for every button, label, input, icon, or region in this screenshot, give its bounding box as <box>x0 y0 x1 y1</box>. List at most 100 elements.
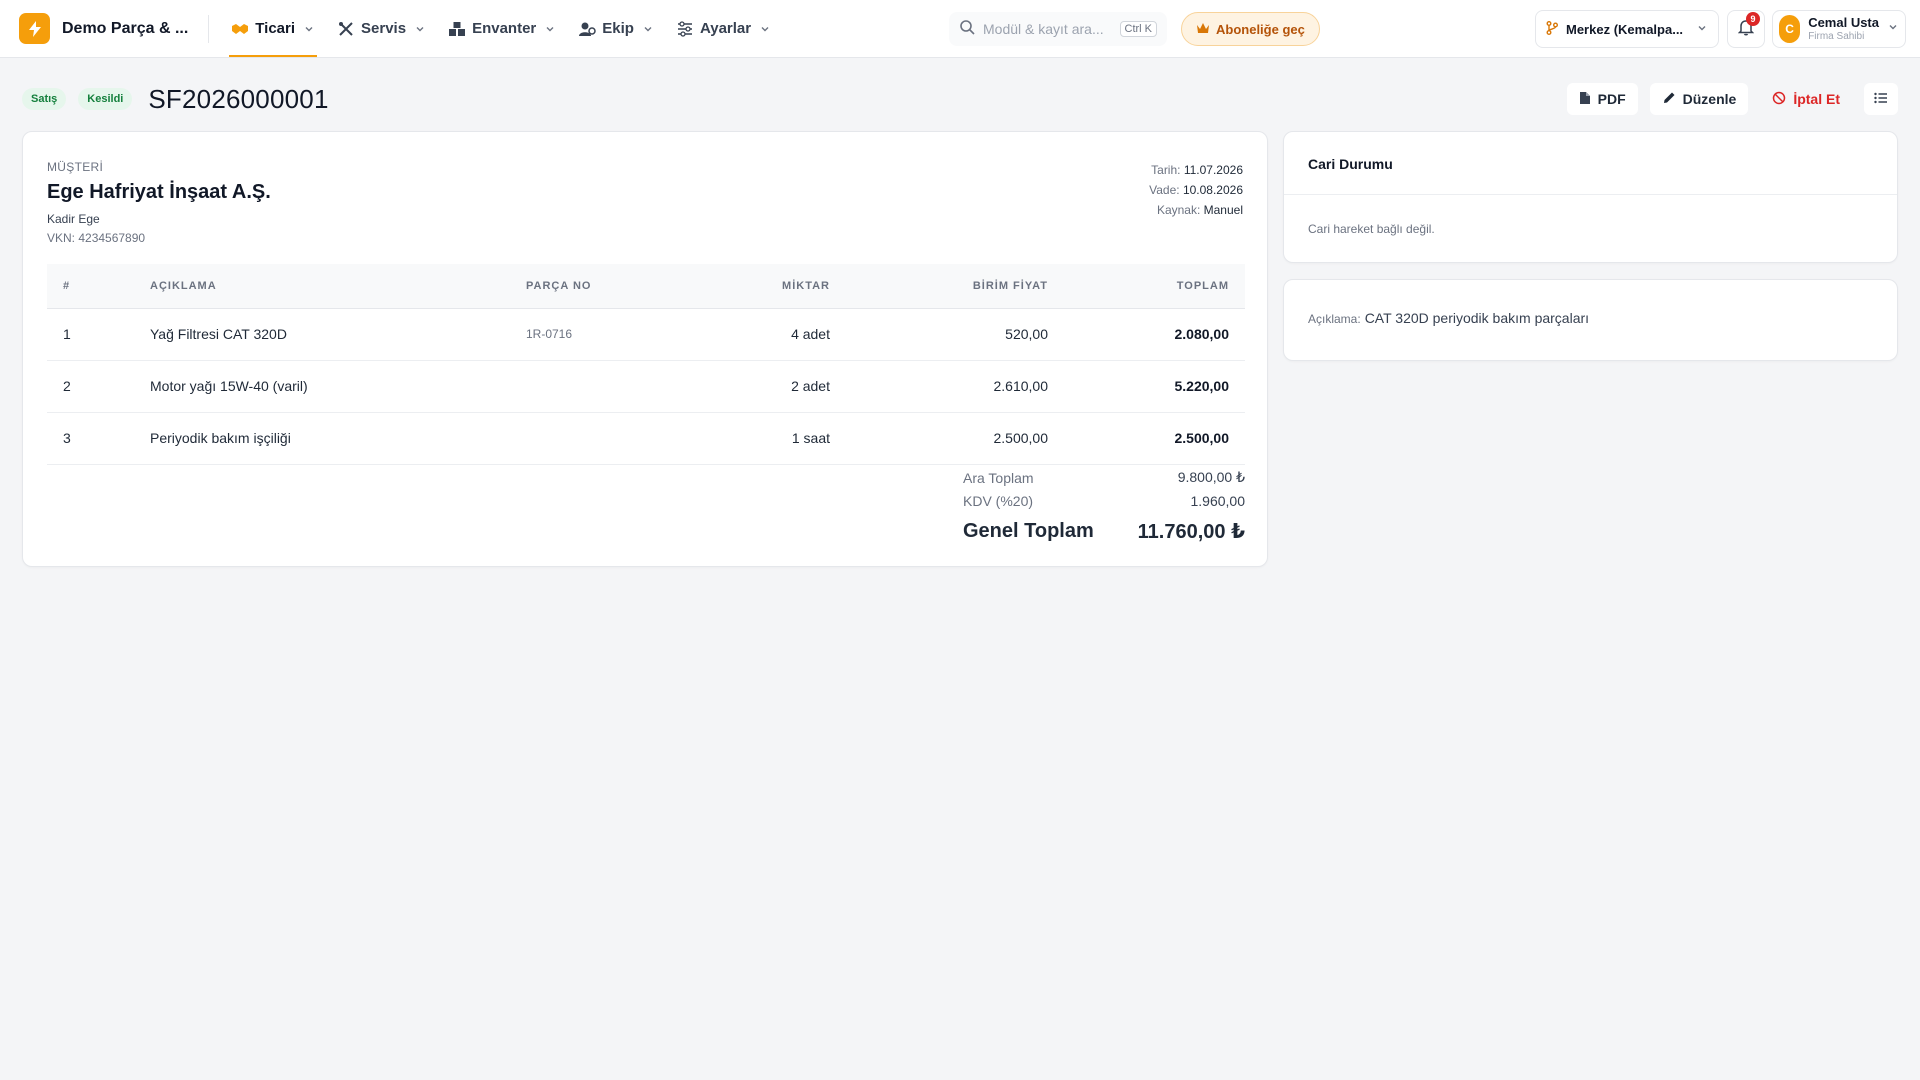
shortcut-hint: Ctrl K <box>1119 21 1157 37</box>
table-header-row: # AÇIKLAMA PARÇA NO MİKTAR BİRİM FİYAT T… <box>47 264 1245 309</box>
card-title: Cari Durumu <box>1284 132 1897 195</box>
row-no: 1 <box>47 308 142 361</box>
sliders-icon <box>676 20 694 38</box>
user-role: Firma Sahibi <box>1808 30 1865 42</box>
row-unit-price: 520,00 <box>838 308 1056 361</box>
cancel-invoice-button[interactable]: İptal Et <box>1760 83 1852 115</box>
invoice-card: MÜŞTERİ Ege Hafriyat İnşaat A.Ş. Kadir E… <box>22 131 1268 567</box>
note-value: CAT 320D periyodik bakım parçaları <box>1364 310 1590 326</box>
page-title: SF2026000001 <box>148 83 329 114</box>
source-value: Manuel <box>1203 203 1243 217</box>
chevron-down-icon <box>544 23 556 35</box>
warehouse-icon <box>448 20 466 38</box>
row-qty: 2 adet <box>678 360 838 413</box>
customer-contact: Kadir Ege <box>47 212 100 226</box>
nav-ticari[interactable]: Ticari <box>229 0 317 57</box>
notifications-button[interactable]: 9 <box>1727 10 1765 48</box>
nav-label: Ayarlar <box>699 20 752 37</box>
totals-block: Ara Toplam 9.800,00 ₺ KDV (%20) 1.960,00… <box>963 466 1245 546</box>
col-no: # <box>47 264 142 309</box>
user-info: Cemal Usta Firma Sahibi <box>1808 15 1879 42</box>
chevron-down-icon <box>1887 20 1899 38</box>
brand-name: Demo Parça & ... <box>62 19 189 37</box>
note-text: Açıklama: CAT 320D periyodik bakım parçal… <box>1308 310 1589 326</box>
meta-source: Kaynak: Manuel <box>1149 200 1243 220</box>
row-unit-price: 2.500,00 <box>838 412 1056 465</box>
ban-icon <box>1772 91 1786 108</box>
lightning-logo-icon <box>19 13 50 44</box>
account-status-card: Cari Durumu Cari hareket bağlı değil. <box>1283 131 1898 263</box>
table-row: 3 Periyodik bakım işçiliği 1 saat 2.500,… <box>47 412 1245 465</box>
nav-envanter[interactable]: Envanter <box>446 0 558 57</box>
team-icon <box>578 20 597 38</box>
subtotal-row: Ara Toplam 9.800,00 ₺ <box>963 466 1245 489</box>
vat-row: KDV (%20) 1.960,00 <box>963 489 1245 512</box>
row-part <box>518 412 678 465</box>
branch-selector[interactable]: Merkez (Kemalpa... <box>1535 10 1719 48</box>
empty-state-text: Cari hareket bağlı değil. <box>1308 222 1435 236</box>
due-value: 10.08.2026 <box>1182 183 1243 197</box>
status-badge: Kesildi <box>78 88 133 110</box>
vat-value: 1.960,00 <box>1190 492 1246 509</box>
col-unit-price: BİRİM FİYAT <box>838 264 1056 309</box>
chevron-down-icon <box>414 23 426 35</box>
type-badge: Satış <box>22 88 67 110</box>
user-menu[interactable]: C Cemal Usta Firma Sahibi <box>1772 10 1906 48</box>
col-qty: MİKTAR <box>678 264 838 309</box>
nav-label: Envanter <box>472 20 537 37</box>
customer-label: MÜŞTERİ <box>47 160 104 174</box>
search-input[interactable] <box>983 21 1120 37</box>
nav-label: Ticari <box>255 20 296 37</box>
date-value: 11.07.2026 <box>1183 163 1243 177</box>
customer-name: Ege Hafriyat İnşaat A.Ş. <box>47 181 271 203</box>
subscribe-label: Aboneliğe geç <box>1216 21 1305 37</box>
subtotal-value: 9.800,00 ₺ <box>1177 469 1245 485</box>
edit-label: Düzenle <box>1682 91 1737 107</box>
top-bar: Demo Parça & ... Ticari Servis Envanter … <box>0 0 1920 58</box>
note-label: Açıklama: <box>1308 312 1361 326</box>
row-total: 2.500,00 <box>1056 412 1245 465</box>
note-card: Açıklama: CAT 320D periyodik bakım parçal… <box>1283 279 1898 361</box>
table-row: 2 Motor yağı 15W-40 (varil) 2 adet 2.610… <box>47 360 1245 413</box>
row-unit-price: 2.610,00 <box>838 360 1056 413</box>
row-desc: Yağ Filtresi CAT 320D <box>142 308 518 361</box>
chevron-down-icon <box>759 23 771 35</box>
pencil-icon <box>1662 91 1676 108</box>
file-pdf-icon <box>1579 91 1591 108</box>
crown-icon <box>1196 22 1210 37</box>
subscribe-button[interactable]: Aboneliğe geç <box>1181 12 1320 46</box>
grand-total-row: Genel Toplam 11.760,00 ₺ <box>963 516 1245 546</box>
row-qty: 4 adet <box>678 308 838 361</box>
pdf-button[interactable]: PDF <box>1566 83 1638 115</box>
divider <box>208 14 210 43</box>
tools-icon <box>337 20 355 38</box>
chevron-down-icon <box>303 23 315 35</box>
vat-label: KDV (%20) <box>963 492 1034 509</box>
col-part: PARÇA NO <box>518 264 678 309</box>
nav-ayarlar[interactable]: Ayarlar <box>674 0 773 57</box>
due-label: Vade: <box>1149 183 1180 197</box>
chevron-down-icon <box>1696 22 1708 37</box>
row-no: 2 <box>47 360 142 413</box>
row-desc: Motor yağı 15W-40 (varil) <box>142 360 518 413</box>
source-label: Kaynak: <box>1156 203 1201 217</box>
row-desc: Periyodik bakım işçiliği <box>142 412 518 465</box>
col-total: TOPLAM <box>1056 264 1245 309</box>
date-label: Tarih: <box>1151 163 1181 177</box>
row-total: 5.220,00 <box>1056 360 1245 413</box>
edit-button[interactable]: Düzenle <box>1649 83 1749 115</box>
branch-label: Merkez (Kemalpa... <box>1566 21 1684 37</box>
row-part: 1R-0716 <box>518 308 678 361</box>
col-desc: AÇIKLAMA <box>142 264 518 309</box>
nav-servis[interactable]: Servis <box>335 0 428 57</box>
nav-ekip[interactable]: Ekip <box>576 0 656 57</box>
row-qty: 1 saat <box>678 412 838 465</box>
search-icon <box>959 19 975 40</box>
grand-total-value: 11.760,00 ₺ <box>1137 520 1245 543</box>
meta-date: Tarih: 11.07.2026 <box>1149 160 1243 180</box>
invoice-meta: Tarih: 11.07.2026 Vade: 10.08.2026 Kayna… <box>1149 160 1243 220</box>
main-nav: Ticari Servis Envanter Ekip Ayarlar <box>229 0 791 57</box>
search-box[interactable]: Ctrl K <box>949 12 1167 46</box>
more-menu-button[interactable] <box>1864 83 1898 115</box>
brand[interactable]: Demo Parça & ... <box>19 0 188 57</box>
